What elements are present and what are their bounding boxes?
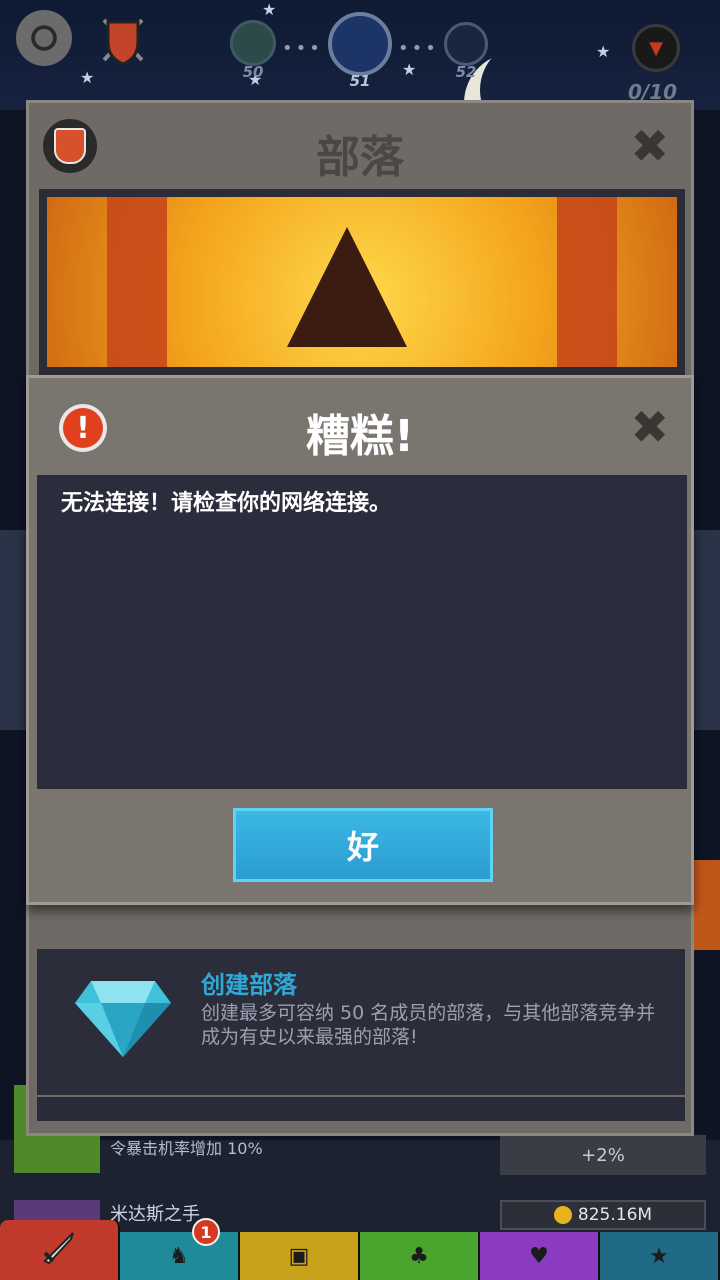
stage-number: 50 [242, 63, 264, 81]
pirate-ship-silhouette [287, 227, 407, 347]
background-scenery [694, 530, 720, 730]
background-scenery [0, 530, 26, 730]
heroes-icon: ♞ [169, 1243, 189, 1269]
bottom-tab-bar: ♞ 1 ▣ ♣ ♥ ★ [0, 1218, 720, 1280]
notification-badge: 1 [192, 1218, 220, 1246]
stage-52-icon[interactable]: 52 [444, 22, 488, 81]
panel-footer [37, 1097, 685, 1121]
stage-number: 52 [455, 63, 477, 81]
tab-relics[interactable]: ♥ [480, 1232, 600, 1280]
boss-icon[interactable]: ▼ [632, 24, 680, 72]
sword-icon [39, 1227, 79, 1273]
skill-description: 令暴击机率增加 10% [110, 1139, 263, 1158]
price-value: 825.16M [577, 1205, 653, 1225]
tab-pets[interactable]: ♣ [360, 1232, 480, 1280]
diamond-icon [75, 981, 171, 1057]
stage-progress-dots: ••• [282, 38, 323, 59]
star-icon: ★ [596, 42, 611, 61]
tab-equipment[interactable]: ▣ [240, 1232, 360, 1280]
clan-title: 部落 [316, 132, 404, 183]
ok-button[interactable]: 好 [233, 808, 493, 882]
star-icon: ★ [262, 0, 277, 19]
star-icon: ★ [649, 1243, 669, 1269]
star-icon: ★ [80, 68, 95, 87]
clan-header: 部落 ✖ [29, 103, 691, 187]
error-dialog: ! 糟糕! ✖ 无法连接！请检查你的网络连接。 好 [26, 375, 694, 905]
dialog-body: 无法连接！请检查你的网络连接。 [37, 475, 687, 789]
close-icon[interactable]: ✖ [630, 123, 669, 169]
stage-50-icon[interactable]: 50 [230, 20, 276, 81]
star-icon: ★ [402, 60, 417, 79]
skill-name: 米达斯之手 [110, 1204, 200, 1225]
stage-51-icon[interactable]: 51 [328, 12, 392, 90]
create-clan-card[interactable]: 创建部落 创建最多可容纳 50 名成员的部落，与其他部落竞争并成为有史以来最强的… [37, 949, 685, 1095]
clan-shield-icon[interactable] [98, 12, 148, 68]
tab-shop[interactable]: ★ [600, 1232, 720, 1280]
tab-sword[interactable] [0, 1220, 120, 1280]
shirt-icon: ▣ [288, 1243, 310, 1269]
close-icon[interactable]: ✖ [630, 404, 669, 450]
pets-icon: ♣ [409, 1243, 429, 1269]
clan-banner-image [39, 189, 685, 375]
skill-value[interactable]: +2% [500, 1135, 706, 1175]
settings-gear-icon[interactable] [16, 10, 72, 66]
background-scenery [694, 860, 720, 950]
stage-progress-dots: ••• [398, 38, 439, 59]
coin-icon [553, 1206, 572, 1224]
create-clan-title: 创建部落 [201, 971, 297, 999]
relics-icon: ♥ [529, 1243, 549, 1269]
upgrade-price-button[interactable]: 825.16M [500, 1200, 706, 1230]
stage-number: 51 [349, 72, 371, 90]
tab-heroes[interactable]: ♞ 1 [120, 1218, 240, 1280]
create-clan-description: 创建最多可容纳 50 名成员的部落，与其他部落竞争并成为有史以来最强的部落! [201, 1002, 656, 1048]
dialog-message: 无法连接！请检查你的网络连接。 [61, 491, 392, 516]
dialog-title: 糟糕! [305, 411, 415, 462]
